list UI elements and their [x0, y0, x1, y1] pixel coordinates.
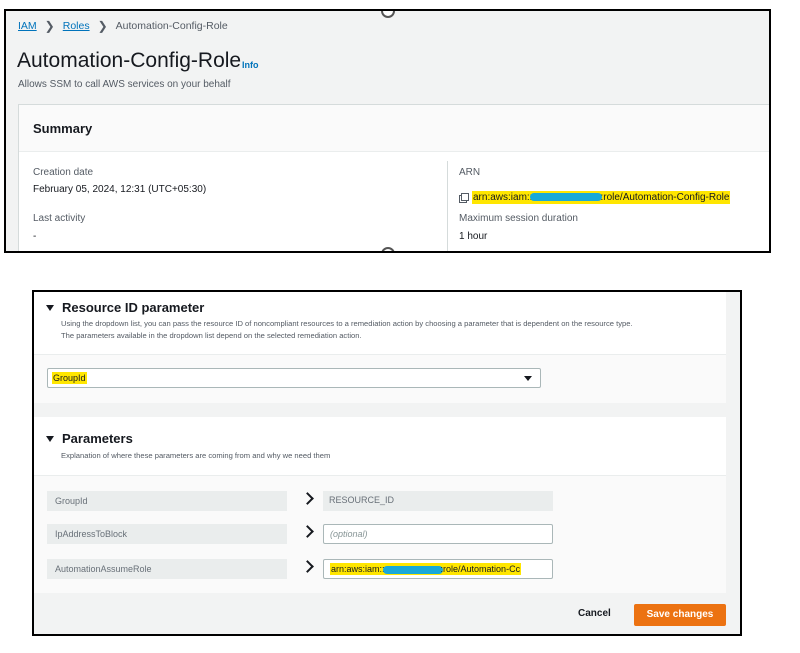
resource-id-description: Using the dropdown list, you can pass th…	[61, 318, 721, 342]
ip-address-input[interactable]: (optional)	[323, 524, 553, 544]
parameters-title: Parameters	[62, 431, 133, 446]
caret-down-icon	[524, 376, 532, 381]
cancel-button[interactable]: Cancel	[578, 608, 611, 619]
breadcrumb-iam[interactable]: IAM	[18, 20, 37, 32]
session-duration-value: 1 hour	[459, 231, 488, 242]
arn-prefix: arn:aws:iam::	[473, 192, 533, 203]
page-title: Automation-Config-Role	[17, 49, 242, 72]
creation-date-value: February 05, 2024, 12:31 (UTC+05:30)	[33, 184, 207, 195]
arn-label: ARN	[459, 167, 481, 178]
chevron-right-icon: ❯	[97, 19, 108, 33]
save-changes-button[interactable]: Save changes	[634, 604, 726, 626]
assume-role-prefix: arn:aws:iam::	[331, 564, 385, 574]
resource-id-header[interactable]: Resource ID parameter	[46, 300, 204, 315]
assume-role-input[interactable]: arn:aws:iam:::role/Automation-Cc	[323, 559, 553, 579]
arn-suffix: :role/Automation-Config-Role	[600, 192, 730, 203]
summary-card: Summary Creation date February 05, 2024,…	[18, 104, 769, 251]
parameter-value: RESOURCE_ID	[323, 491, 553, 511]
circle-handle-icon	[381, 11, 395, 18]
parameters-card: Parameters Explanation of where these pa…	[34, 417, 726, 594]
parameter-name: AutomationAssumeRole	[47, 559, 287, 579]
breadcrumb-current: Automation-Config-Role	[115, 20, 228, 32]
arn-value: arn:aws:iam:::role/Automation-Config-Rol…	[459, 191, 731, 204]
resource-id-selected: GroupId	[52, 372, 87, 384]
session-duration-label: Maximum session duration	[459, 213, 578, 224]
assume-role-suffix: :role/Automation-Cc	[440, 564, 521, 574]
resource-id-card: Resource ID parameter Using the dropdown…	[34, 292, 726, 403]
resource-id-title: Resource ID parameter	[62, 300, 205, 315]
parameter-name: GroupId	[47, 491, 287, 511]
assume-role-value: arn:aws:iam:::role/Automation-Cc	[330, 563, 522, 575]
role-description: Allows SSM to call AWS services on your …	[18, 79, 231, 90]
triangle-down-icon	[46, 304, 54, 311]
summary-header	[19, 105, 769, 152]
resource-id-description-line2: The parameters available in the dropdown…	[61, 331, 362, 340]
ip-address-placeholder: (optional)	[330, 529, 368, 539]
arn-text[interactable]: arn:aws:iam:::role/Automation-Config-Rol…	[472, 191, 731, 204]
creation-date-label: Creation date	[33, 167, 94, 178]
action-bar: Cancel Save changes	[34, 593, 726, 634]
resource-id-description-line1: Using the dropdown list, you can pass th…	[61, 319, 633, 328]
parameters-header[interactable]: Parameters	[46, 431, 133, 446]
last-activity-label: Last activity	[33, 213, 86, 224]
chevron-right-icon: ❯	[44, 19, 55, 33]
triangle-down-icon	[46, 435, 54, 442]
breadcrumb-roles[interactable]: Roles	[63, 20, 90, 32]
redaction-mark	[530, 193, 603, 202]
summary-title: Summary	[33, 121, 93, 136]
breadcrumb: IAM ❯ Roles ❯ Automation-Config-Role	[18, 19, 228, 33]
parameters-description: Explanation of where these parameters ar…	[61, 451, 331, 460]
last-activity-value: -	[33, 231, 37, 242]
copy-icon[interactable]	[459, 193, 469, 203]
remediation-panel: Resource ID parameter Using the dropdown…	[32, 290, 742, 636]
resource-id-select[interactable]: GroupId	[47, 368, 541, 388]
column-divider	[447, 161, 448, 251]
info-link[interactable]: Info	[242, 60, 259, 70]
iam-role-panel: IAM ❯ Roles ❯ Automation-Config-Role Aut…	[4, 9, 771, 253]
redaction-mark	[382, 565, 443, 574]
parameter-name: IpAddressToBlock	[47, 524, 287, 544]
